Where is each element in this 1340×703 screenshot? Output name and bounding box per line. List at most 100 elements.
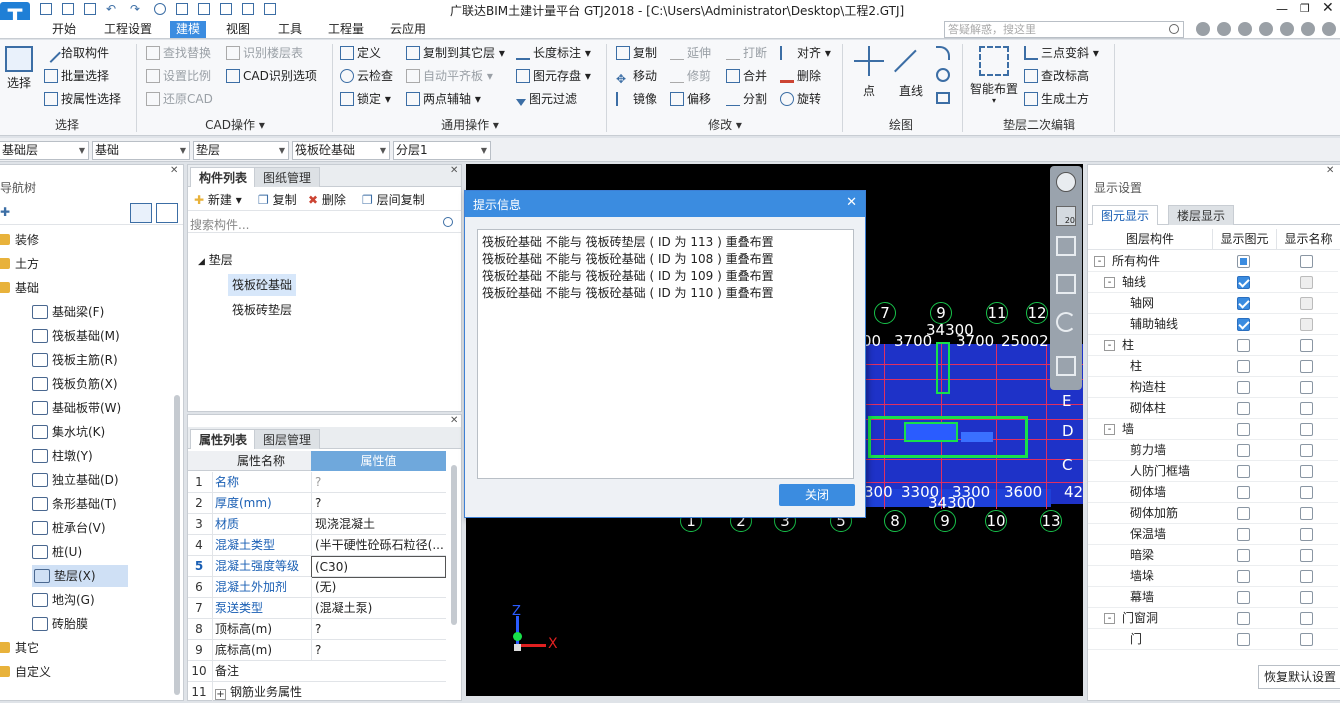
settings-icon[interactable] [1301,22,1315,36]
user-icon[interactable] [1196,22,1210,36]
collapse-icon[interactable]: - [1104,424,1115,435]
cube-view-2-icon[interactable] [1056,274,1076,294]
generate-earthwork-button[interactable]: 生成土方 [1024,89,1089,109]
chat-icon[interactable] [1238,22,1252,36]
nav-item[interactable]: 桩承台(V) [32,517,106,539]
dialog-close-icon[interactable]: ✕ [846,195,857,210]
tab-layer-management[interactable]: 图层管理 [254,429,321,449]
copy-component-button[interactable]: ❐ 复制 [258,191,297,208]
help-icon[interactable] [1259,22,1273,36]
nav-item[interactable]: 筏板主筋(R) [32,349,118,371]
show-name-checkbox[interactable] [1300,486,1313,499]
open-icon[interactable] [62,3,74,15]
floor-select[interactable]: 基础层 ▼ [0,141,89,160]
nav-folder[interactable]: 土方 [0,253,39,275]
download-icon[interactable] [1217,22,1231,36]
undo-icon[interactable]: ↶ [106,3,120,15]
save-icon[interactable] [40,3,52,15]
restore-icon[interactable]: ❐ [1300,2,1312,15]
restore-cad-button[interactable]: 还原CAD [146,89,213,109]
offset-button[interactable]: 偏移 [670,89,711,109]
extend-button[interactable]: 延伸 [670,43,711,63]
icon-view-icon[interactable] [156,203,178,223]
show-element-checkbox[interactable] [1237,276,1250,289]
redo-icon[interactable]: ↷ [130,3,144,15]
circle-icon[interactable] [936,68,950,82]
menu-view[interactable]: 视图 [220,21,256,38]
show-element-checkbox[interactable] [1237,486,1250,499]
nav-item[interactable]: 基础板带(W) [32,397,121,419]
close-icon[interactable]: ✕ [1326,165,1334,176]
cloud-check-button[interactable]: 云检查 [340,66,393,86]
show-element-checkbox[interactable] [1237,612,1250,625]
move-button[interactable]: ✥ 移动 [616,66,657,86]
lock-button[interactable]: 锁定 ▾ [340,89,391,109]
arc-icon[interactable] [936,46,950,60]
save-element-button[interactable]: 图元存盘 ▾ [516,66,591,86]
nav-item[interactable]: 筏板基础(M) [32,325,120,347]
show-element-checkbox[interactable] [1237,465,1250,478]
nav-folder[interactable]: 自定义 [0,661,51,683]
delete-component-button[interactable]: ✖ 删除 [308,191,346,208]
property-row[interactable]: 2 厚度(mm)? [188,493,446,514]
property-row[interactable]: 5 混凝土强度等级 (C30) [188,556,446,578]
cube-view-icon[interactable] [1056,236,1076,256]
menu-quantity[interactable]: 工程量 [322,21,370,38]
collapse-icon[interactable]: - [1104,613,1115,624]
nav-scrollbar[interactable] [174,395,180,695]
dim-icon[interactable] [242,3,254,15]
copy-to-other-floor-button[interactable]: 复制到其它层 ▾ [406,43,505,63]
trim-button[interactable]: 修剪 [670,66,711,86]
show-element-checkbox[interactable] [1237,549,1250,562]
property-row[interactable]: 9 底标高(m)? [188,640,446,661]
expand-icon[interactable]: + [215,689,226,700]
show-name-checkbox[interactable] [1300,318,1313,331]
nav-item[interactable]: 条形基础(T) [32,493,117,515]
collapse-icon[interactable]: - [1104,340,1115,351]
group-label-general[interactable]: 通用操作 ▾ [336,116,604,134]
select-by-property-button[interactable]: 按属性选择 [44,89,121,109]
nav-item[interactable]: 基础梁(F) [32,301,104,323]
tab-property-list[interactable]: 属性列表 [190,429,257,449]
merge-button[interactable]: 合并 [726,66,767,86]
show-name-checkbox[interactable] [1300,570,1313,583]
minimize-icon[interactable]: — [1276,2,1288,16]
refresh-icon[interactable] [1056,312,1076,332]
set-scale-button[interactable]: 设置比例 [146,66,211,86]
batch-select-button[interactable]: 批量选择 [44,66,109,86]
nav-item[interactable]: 砖胎膜 [32,613,88,635]
nav-item[interactable]: 柱墩(Y) [32,445,93,467]
property-row[interactable]: 1 名称? [188,472,446,493]
new-button[interactable]: ✚ 新建 ▾ [194,191,242,208]
property-row[interactable]: 4 混凝土类型 (半干硬性砼砾石粒径(... [188,535,446,556]
show-name-checkbox[interactable] [1300,507,1313,520]
property-row[interactable]: 7 泵送类型 (混凝土泵) [188,598,446,619]
search-box[interactable]: 答疑解惑，搜这里 [944,21,1184,38]
menu-start[interactable]: 开始 [46,21,82,38]
report-icon[interactable] [198,3,210,15]
menu-project-settings[interactable]: 工程设置 [98,21,158,38]
layer-select[interactable]: 分层1 ▼ [393,141,491,160]
tree-root[interactable]: ◢ 垫层 [198,251,233,268]
mirror-button[interactable]: 镜像 [616,89,657,109]
point-button[interactable]: 点 [850,46,888,99]
property-row[interactable]: 11 + 钢筋业务属性 [188,682,446,703]
show-element-checkbox[interactable] [1237,570,1250,583]
property-row[interactable]: 8 顶标高(m)? [188,619,446,640]
type-select[interactable]: 垫层 ▼ [193,141,289,160]
pick-component-button[interactable]: 拾取构件 [41,43,109,63]
auto-align-slab-button[interactable]: 自动平齐板 ▾ [406,66,493,86]
check-elevation-button[interactable]: 查改标高 [1024,66,1089,86]
component-item-selected[interactable]: 筏板砼基础 [228,274,297,296]
notification-icon[interactable] [1322,22,1336,36]
cloud-icon[interactable] [154,3,166,15]
nav-item[interactable]: 桩(U) [32,541,82,563]
group-label-modify[interactable]: 修改 ▾ [610,116,840,134]
element-filter-button[interactable]: 图元过滤 [516,89,577,109]
show-name-checkbox[interactable] [1300,255,1313,268]
show-name-checkbox[interactable] [1300,297,1313,310]
cad-options-button[interactable]: CAD识别选项 [226,66,317,86]
collapse-icon[interactable]: - [1094,256,1105,267]
show-name-checkbox[interactable] [1300,402,1313,415]
add-icon[interactable]: ✚ [0,205,10,219]
